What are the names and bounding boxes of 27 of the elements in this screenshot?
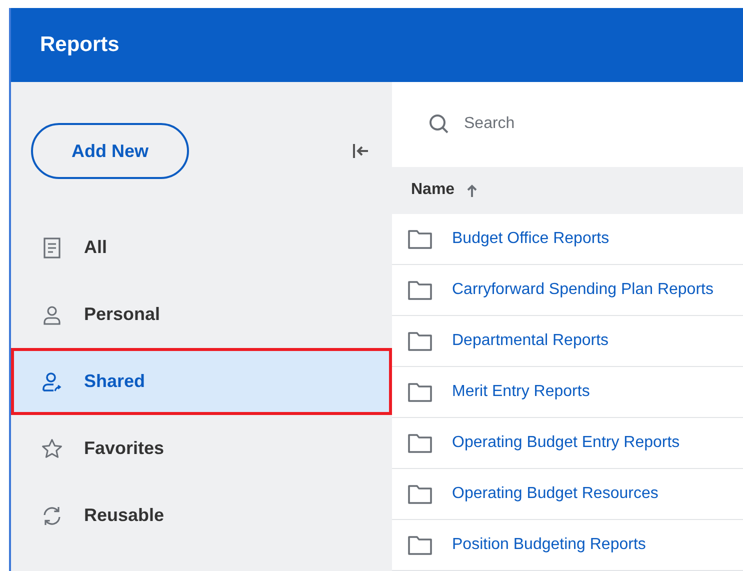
folder-icon [408, 433, 432, 453]
collapse-icon[interactable] [352, 142, 370, 160]
nav-item[interactable]: Favorites [11, 415, 392, 482]
folder-icon [408, 535, 432, 555]
search-icon [428, 113, 450, 136]
folder-link[interactable]: Operating Budget Entry Reports [452, 434, 680, 452]
nav-item[interactable]: Reusable [11, 482, 392, 549]
nav-item[interactable]: Personal [11, 281, 392, 348]
page-title: Reports [40, 33, 120, 57]
folder-link[interactable]: Position Budgeting Reports [452, 536, 646, 554]
folder-icon [408, 280, 432, 300]
column-header[interactable]: Name [411, 181, 455, 200]
folder-icon [408, 229, 432, 249]
add-new-button[interactable]: Add New [31, 123, 189, 179]
person-icon [40, 370, 64, 394]
sort-up-icon[interactable] [466, 184, 477, 197]
folder-link[interactable]: Departmental Reports [452, 332, 609, 350]
folder-icon [408, 331, 432, 351]
nav-item[interactable]: Shared [11, 348, 392, 415]
folder-link[interactable]: Carryforward Spending Plan Reports [452, 281, 714, 299]
folder-icon [408, 382, 432, 402]
folder-link[interactable]: Merit Entry Reports [452, 383, 590, 401]
star-icon [40, 436, 64, 460]
nav-item[interactable]: All [11, 214, 392, 281]
folder-icon [408, 484, 432, 504]
folder-link[interactable]: Budget Office Reports [452, 230, 610, 248]
folder-link[interactable]: Operating Budget Resources [452, 485, 658, 503]
